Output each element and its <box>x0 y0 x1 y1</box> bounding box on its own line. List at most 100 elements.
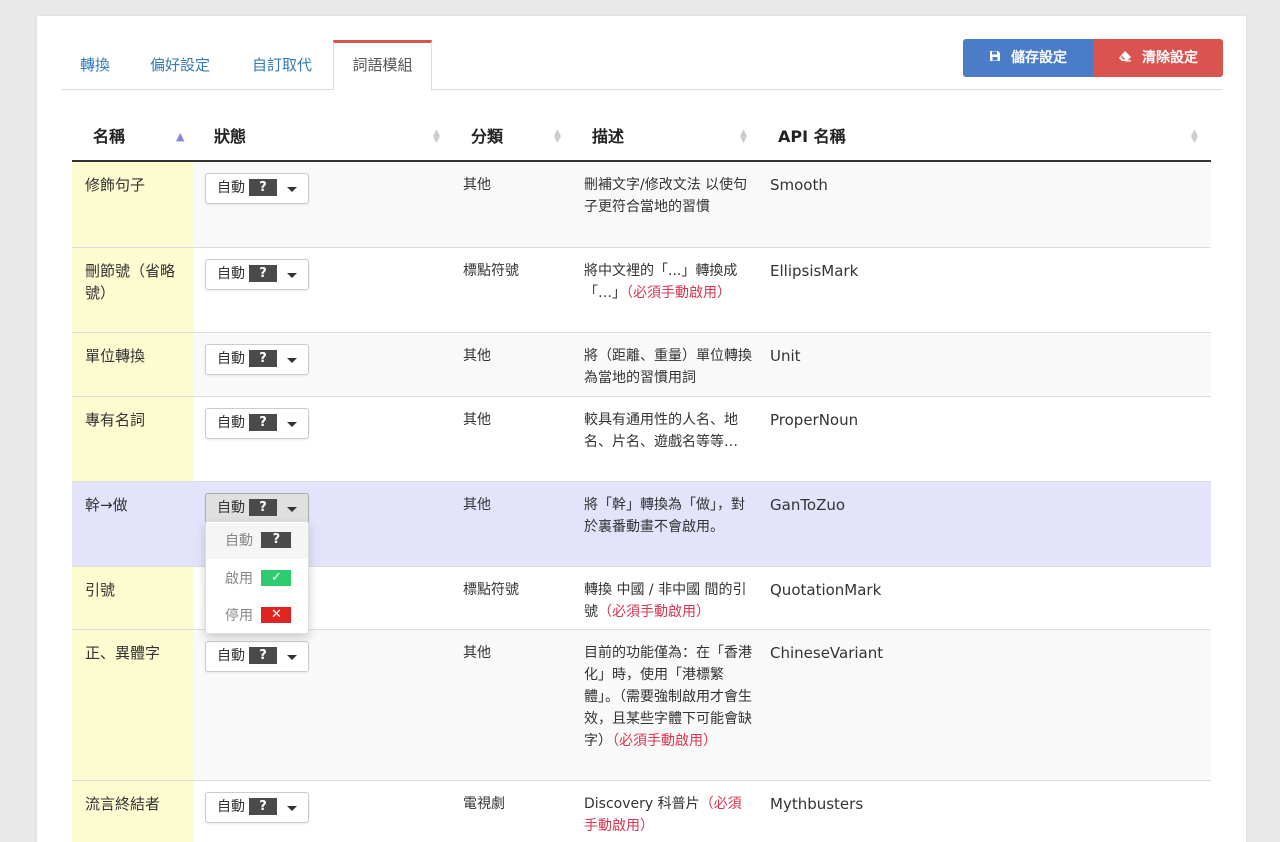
chevron-down-icon <box>287 507 297 512</box>
header-status[interactable]: 狀態 <box>214 114 246 160</box>
description-text: 將「幹」轉換為「做」，對於裏番動畫不會啟用。 <box>584 497 745 535</box>
status-select[interactable]: 自動? <box>205 344 309 375</box>
table-row: 流言終結者 自動? 電視劇 Discovery 科普片（必須手動啟用） Mythbust… <box>72 781 1211 842</box>
clear-settings-label: 清除設定 <box>1142 50 1198 66</box>
status-value: 自動 <box>217 799 245 815</box>
table-row: 刪節號（省略號） 自動? 標點符號 將中文裡的「...」轉換成「…」（必須手動啟用） E… <box>72 248 1211 333</box>
status-select[interactable]: 自動? <box>205 493 309 524</box>
phrase-module-table: 名稱 ▲ 狀態 ▲ ▼ 分類 ▲ ▼ 描述 ▲ ▼ API 名稱 ▲ ▼ 修飾句子 自動?… <box>72 114 1211 842</box>
module-category: 標點符號 <box>463 263 519 279</box>
module-category: 其他 <box>463 497 491 513</box>
status-value: 自動 <box>217 648 245 664</box>
header-description[interactable]: 描述 <box>592 114 624 160</box>
description-text: 將（距離、重量）單位轉換為當地的習慣用詞 <box>584 348 752 386</box>
check-icon: ✓ <box>261 570 292 586</box>
module-name: 單位轉換 <box>72 333 194 396</box>
module-category: 電視劇 <box>463 796 505 812</box>
module-description: Discovery 科普片（必須手動啟用） <box>584 793 752 837</box>
status-value: 自動 <box>217 351 245 367</box>
module-description: 將中文裡的「...」轉換成「…」（必須手動啟用） <box>584 260 752 304</box>
question-icon: ? <box>261 532 292 548</box>
table-row: 專有名詞 自動? 其他 較具有通用性的人名、地名、片名、遊戲名等等… ProperNou… <box>72 397 1211 482</box>
api-name: QuotationMark <box>770 581 882 599</box>
api-name: EllipsisMark <box>770 262 859 280</box>
tab-convert[interactable]: 轉換 <box>80 40 110 90</box>
eraser-icon <box>1118 39 1132 77</box>
table-header: 名稱 ▲ 狀態 ▲ ▼ 分類 ▲ ▼ 描述 ▲ ▼ API 名稱 ▲ ▼ <box>72 114 1211 162</box>
module-category: 其他 <box>463 412 491 428</box>
status-select[interactable]: 自動? <box>205 259 309 290</box>
header-api-name[interactable]: API 名稱 <box>778 114 846 160</box>
module-name: 正、異體字 <box>72 630 194 780</box>
api-name: Smooth <box>770 176 828 194</box>
module-name: 引號 <box>72 567 194 629</box>
module-description: 將「幹」轉換為「做」，對於裏番動畫不會啟用。 <box>584 494 752 538</box>
api-name: GanToZuo <box>770 496 846 514</box>
chevron-down-icon <box>287 358 297 363</box>
description-text: 刪補文字/修改文法 以使句子更符合當地的習慣 <box>584 177 748 215</box>
question-icon: ? <box>249 349 277 367</box>
tab-preferences[interactable]: 偏好設定 <box>150 40 210 90</box>
chevron-down-icon <box>287 273 297 278</box>
close-icon: ✕ <box>261 607 292 623</box>
status-value: 自動 <box>217 500 245 516</box>
settings-panel: 轉換 偏好設定 自訂取代 詞語模組 儲存設定 清除設定 名稱 ▲ 狀態 ▲ ▼ 分… <box>37 16 1246 842</box>
sort-icon[interactable]: ▲ ▼ <box>554 114 561 160</box>
module-category: 標點符號 <box>463 582 519 598</box>
api-name: Unit <box>770 347 801 365</box>
chevron-down-icon <box>287 187 297 192</box>
tab-phrase-modules[interactable]: 詞語模組 <box>333 40 432 91</box>
save-settings-label: 儲存設定 <box>1011 50 1067 66</box>
sort-icon[interactable]: ▲ ▼ <box>1191 114 1198 160</box>
required-note: （必須手動啟用） <box>626 285 731 301</box>
api-name: ChineseVariant <box>770 644 884 662</box>
status-select[interactable]: 自動? <box>205 173 309 204</box>
sort-icon[interactable]: ▲ ▼ <box>433 114 440 160</box>
question-icon: ? <box>249 264 277 282</box>
clear-settings-button[interactable]: 清除設定 <box>1093 39 1223 77</box>
table-row: 修飾句子 自動? 其他 刪補文字/修改文法 以使句子更符合當地的習慣 Smooth <box>72 162 1211 248</box>
question-icon: ? <box>249 646 277 664</box>
api-name: Mythbusters <box>770 795 864 813</box>
description-text: 較具有通用性的人名、地名、片名、遊戲名等等… <box>584 412 738 450</box>
status-option-disable[interactable]: 停用 ✕ <box>206 598 308 634</box>
chevron-down-icon <box>287 422 297 427</box>
save-settings-button[interactable]: 儲存設定 <box>963 39 1093 77</box>
option-label: 停用 <box>225 608 253 624</box>
tab-custom-replace[interactable]: 自訂取代 <box>252 40 312 90</box>
api-name: ProperNoun <box>770 411 859 429</box>
module-category: 其他 <box>463 348 491 364</box>
table-row: 正、異體字 自動? 其他 目前的功能僅為：在「香港化」時，使用「港標繁體」。（需要強制… <box>72 630 1211 781</box>
chevron-down-icon <box>287 806 297 811</box>
module-name: 刪節號（省略號） <box>72 248 194 332</box>
module-description: 較具有通用性的人名、地名、片名、遊戲名等等… <box>584 409 752 453</box>
status-select[interactable]: 自動? <box>205 641 309 672</box>
floppy-disk-icon <box>989 39 1001 77</box>
sort-icon[interactable]: ▲ ▼ <box>740 114 747 160</box>
status-value: 自動 <box>217 180 245 196</box>
status-select[interactable]: 自動? <box>205 408 309 439</box>
header-name[interactable]: 名稱 <box>93 114 125 160</box>
module-category: 其他 <box>463 177 491 193</box>
chevron-down-icon <box>287 655 297 660</box>
option-label: 啟用 <box>225 571 253 587</box>
sort-asc-icon[interactable]: ▲ <box>176 114 184 160</box>
module-description: 刪補文字/修改文法 以使句子更符合當地的習慣 <box>584 174 752 218</box>
status-select[interactable]: 自動? <box>205 792 309 823</box>
module-description: 目前的功能僅為：在「香港化」時，使用「港標繁體」。（需要強制啟用才會生效，且某些… <box>584 642 752 752</box>
module-name: 修飾句子 <box>72 162 194 247</box>
required-note: （必須手動啟用） <box>598 604 710 620</box>
table-row: 單位轉換 自動? 其他 將（距離、重量）單位轉換為當地的習慣用詞 Unit <box>72 333 1211 397</box>
option-label: 自動 <box>225 533 253 549</box>
question-icon: ? <box>249 178 277 196</box>
module-description: 將（距離、重量）單位轉換為當地的習慣用詞 <box>584 345 752 389</box>
status-option-enable[interactable]: 啟用 ✓ <box>206 561 308 597</box>
required-note: （必須手動啟用） <box>612 733 717 749</box>
status-option-auto[interactable]: 自動 ? <box>206 523 308 559</box>
description-text: Discovery 科普片 <box>584 796 700 812</box>
module-description: 轉換 中國 / 非中國 間的引號（必須手動啟用） <box>584 579 752 623</box>
status-value: 自動 <box>217 415 245 431</box>
question-icon: ? <box>249 498 277 516</box>
header-category[interactable]: 分類 <box>471 114 503 160</box>
status-dropdown-menu: 自動 ? 啟用 ✓ 停用 ✕ <box>205 521 309 634</box>
